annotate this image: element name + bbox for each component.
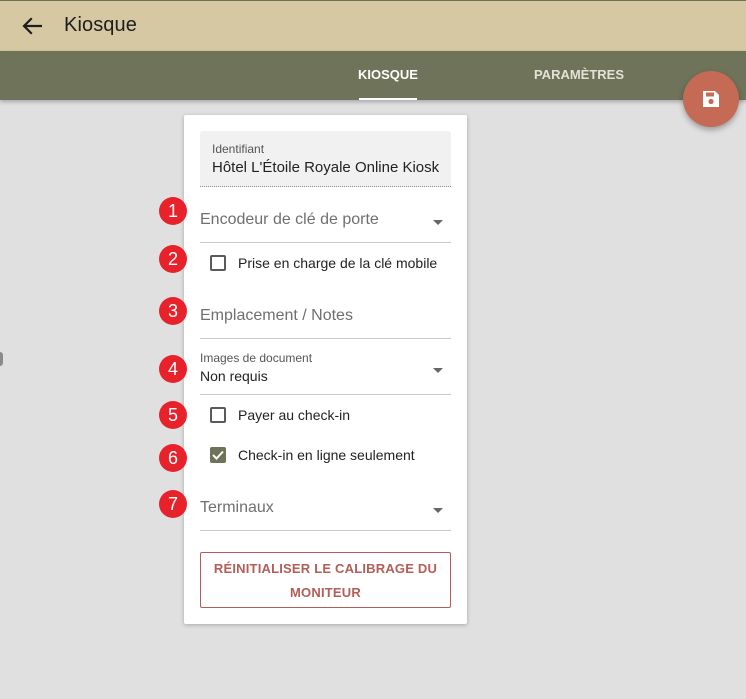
identifier-value: Hôtel L'Étoile Royale Online Kiosk [212,159,440,176]
dropdown-caret-icon [433,508,443,513]
reset-button-label-line1: RÉINITIALISER LE CALIBRAGE DU [213,561,438,576]
online-checkin-only-checkbox[interactable]: Check-in en ligne seulement [210,443,415,467]
annotation-badge-1: 1 [159,197,187,225]
annotation-badge-6: 6 [159,444,187,472]
document-images-label: Images de document [200,351,313,365]
save-button[interactable] [683,71,739,127]
location-notes-input[interactable]: Emplacement / Notes [200,299,451,339]
reset-button-label-line2: MONITEUR [290,585,361,600]
tab-kiosque[interactable]: KIOSQUE [344,51,432,100]
scroll-handle [0,352,3,366]
checkbox-unchecked-icon [210,407,226,423]
kiosk-form-card: Identifiant Hôtel L'Étoile Royale Online… [184,115,467,624]
annotation-badge-2: 2 [159,245,187,273]
location-notes-placeholder: Emplacement / Notes [200,307,353,324]
app-bar: Kiosque [0,0,746,51]
annotation-badge-4: 4 [159,355,187,383]
checkbox-checked-icon [210,447,226,463]
back-button[interactable] [18,12,46,40]
dropdown-caret-icon [433,220,443,225]
tab-parametres[interactable]: PARAMÈTRES [515,51,643,100]
online-checkin-only-label: Check-in en ligne seulement [238,447,415,463]
terminals-select[interactable]: Terminaux [200,491,451,531]
reset-monitor-calibration-button[interactable]: RÉINITIALISER LE CALIBRAGE DU MONITEUR [200,552,451,608]
check-mark-icon [212,450,224,460]
annotation-badge-7: 7 [159,490,187,518]
page-title: Kiosque [64,14,137,36]
door-key-encoder-select[interactable]: Encodeur de clé de porte [200,203,451,243]
annotation-badge-5: 5 [159,401,187,429]
document-images-select[interactable]: Images de document Non requis [200,351,451,395]
floppy-disk-icon [703,91,719,107]
dropdown-caret-icon [433,368,443,373]
mobile-key-label: Prise en charge de la clé mobile [238,255,438,271]
door-key-encoder-placeholder: Encodeur de clé de porte [200,211,379,228]
document-images-value: Non requis [200,368,268,384]
tab-bar: KIOSQUE PARAMÈTRES [0,51,746,100]
identifier-label: Identifiant [212,142,265,156]
checkbox-unchecked-icon [210,255,226,271]
pay-at-checkin-checkbox[interactable]: Payer au check-in [210,403,350,427]
arrow-left-icon [22,17,42,35]
pay-at-checkin-label: Payer au check-in [238,407,351,423]
identifier-field[interactable]: Identifiant Hôtel L'Étoile Royale Online… [200,131,451,187]
mobile-key-checkbox[interactable]: Prise en charge de la clé mobile [210,251,437,275]
terminals-placeholder: Terminaux [200,499,274,516]
annotation-badge-3: 3 [159,297,187,325]
